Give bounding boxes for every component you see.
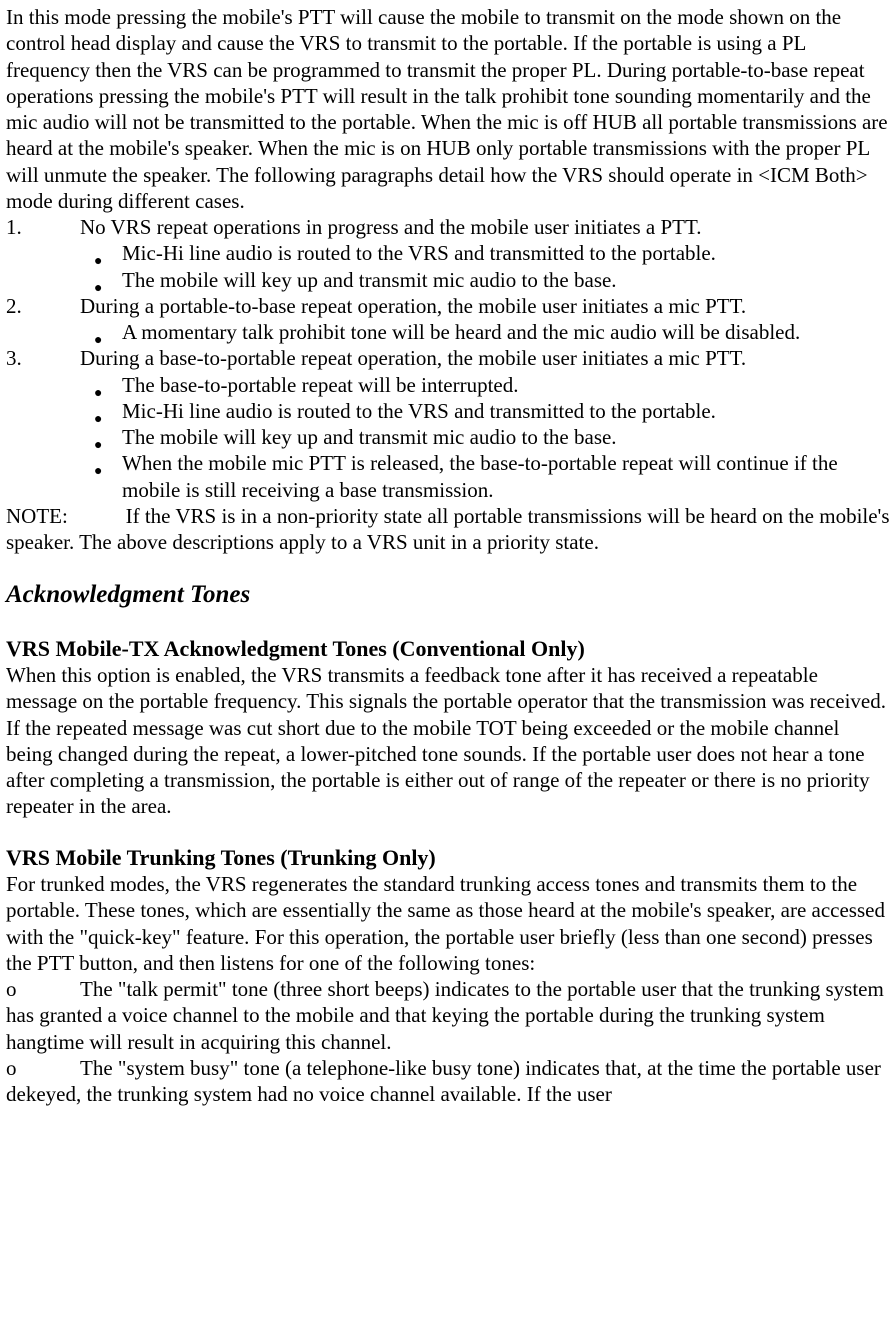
list-text: During a base-to-portable repeat operati… <box>80 345 890 371</box>
o-list-item-2: oThe "system busy" tone (a telephone-lik… <box>6 1055 890 1108</box>
bullet-icon: ● <box>80 424 122 450</box>
list-item-3: 3. During a base-to-portable repeat oper… <box>6 345 890 371</box>
bullet-icon: ● <box>80 267 122 293</box>
o-marker: o <box>6 1055 80 1081</box>
bullet-item: ● A momentary talk prohibit tone will be… <box>6 319 890 345</box>
intro-paragraph: In this mode pressing the mobile's PTT w… <box>6 4 890 214</box>
bullet-text: Mic-Hi line audio is routed to the VRS a… <box>122 398 890 424</box>
list-number: 2. <box>6 293 80 319</box>
bullet-text: The base-to-portable repeat will be inte… <box>122 372 890 398</box>
bullet-icon: ● <box>80 240 122 266</box>
bullet-text: When the mobile mic PTT is released, the… <box>122 450 890 503</box>
note-label: NOTE: <box>6 504 68 528</box>
bullet-text: The mobile will key up and transmit mic … <box>122 424 890 450</box>
bullet-item: ● Mic-Hi line audio is routed to the VRS… <box>6 240 890 266</box>
list-item-2: 2. During a portable-to-base repeat oper… <box>6 293 890 319</box>
subsection-heading-conventional: VRS Mobile-TX Acknowledgment Tones (Conv… <box>6 635 890 663</box>
subsection-body-trunking: For trunked modes, the VRS regenerates t… <box>6 871 890 976</box>
bullet-text: Mic-Hi line audio is routed to the VRS a… <box>122 240 890 266</box>
bullet-text: A momentary talk prohibit tone will be h… <box>122 319 890 345</box>
bullet-item: ● The base-to-portable repeat will be in… <box>6 372 890 398</box>
document-page: In this mode pressing the mobile's PTT w… <box>0 0 896 1107</box>
o-list-item-1: oThe "talk permit" tone (three short bee… <box>6 976 890 1055</box>
bullet-item: ● The mobile will key up and transmit mi… <box>6 267 890 293</box>
list-item-1: 1. No VRS repeat operations in progress … <box>6 214 890 240</box>
bullet-icon: ● <box>80 398 122 424</box>
bullet-text: The mobile will key up and transmit mic … <box>122 267 890 293</box>
bullet-icon: ● <box>80 319 122 345</box>
list-number: 3. <box>6 345 80 371</box>
o-text: The "talk permit" tone (three short beep… <box>6 977 884 1054</box>
list-text: During a portable-to-base repeat operati… <box>80 293 890 319</box>
note-text: If the VRS is in a non-priority state al… <box>6 504 890 554</box>
subsection-heading-trunking: VRS Mobile Trunking Tones (Trunking Only… <box>6 844 890 872</box>
section-heading-ack: Acknowledgment Tones <box>6 579 890 610</box>
list-number: 1. <box>6 214 80 240</box>
list-text: No VRS repeat operations in progress and… <box>80 214 890 240</box>
o-text: The "system busy" tone (a telephone-like… <box>6 1056 881 1106</box>
bullet-icon: ● <box>80 372 122 398</box>
bullet-item: ● Mic-Hi line audio is routed to the VRS… <box>6 398 890 424</box>
note-paragraph: NOTE: If the VRS is in a non-priority st… <box>6 503 890 556</box>
subsection-body-conventional: When this option is enabled, the VRS tra… <box>6 662 890 820</box>
bullet-item: ● The mobile will key up and transmit mi… <box>6 424 890 450</box>
bullet-icon: ● <box>80 450 122 503</box>
o-marker: o <box>6 976 80 1002</box>
bullet-item: ● When the mobile mic PTT is released, t… <box>6 450 890 503</box>
